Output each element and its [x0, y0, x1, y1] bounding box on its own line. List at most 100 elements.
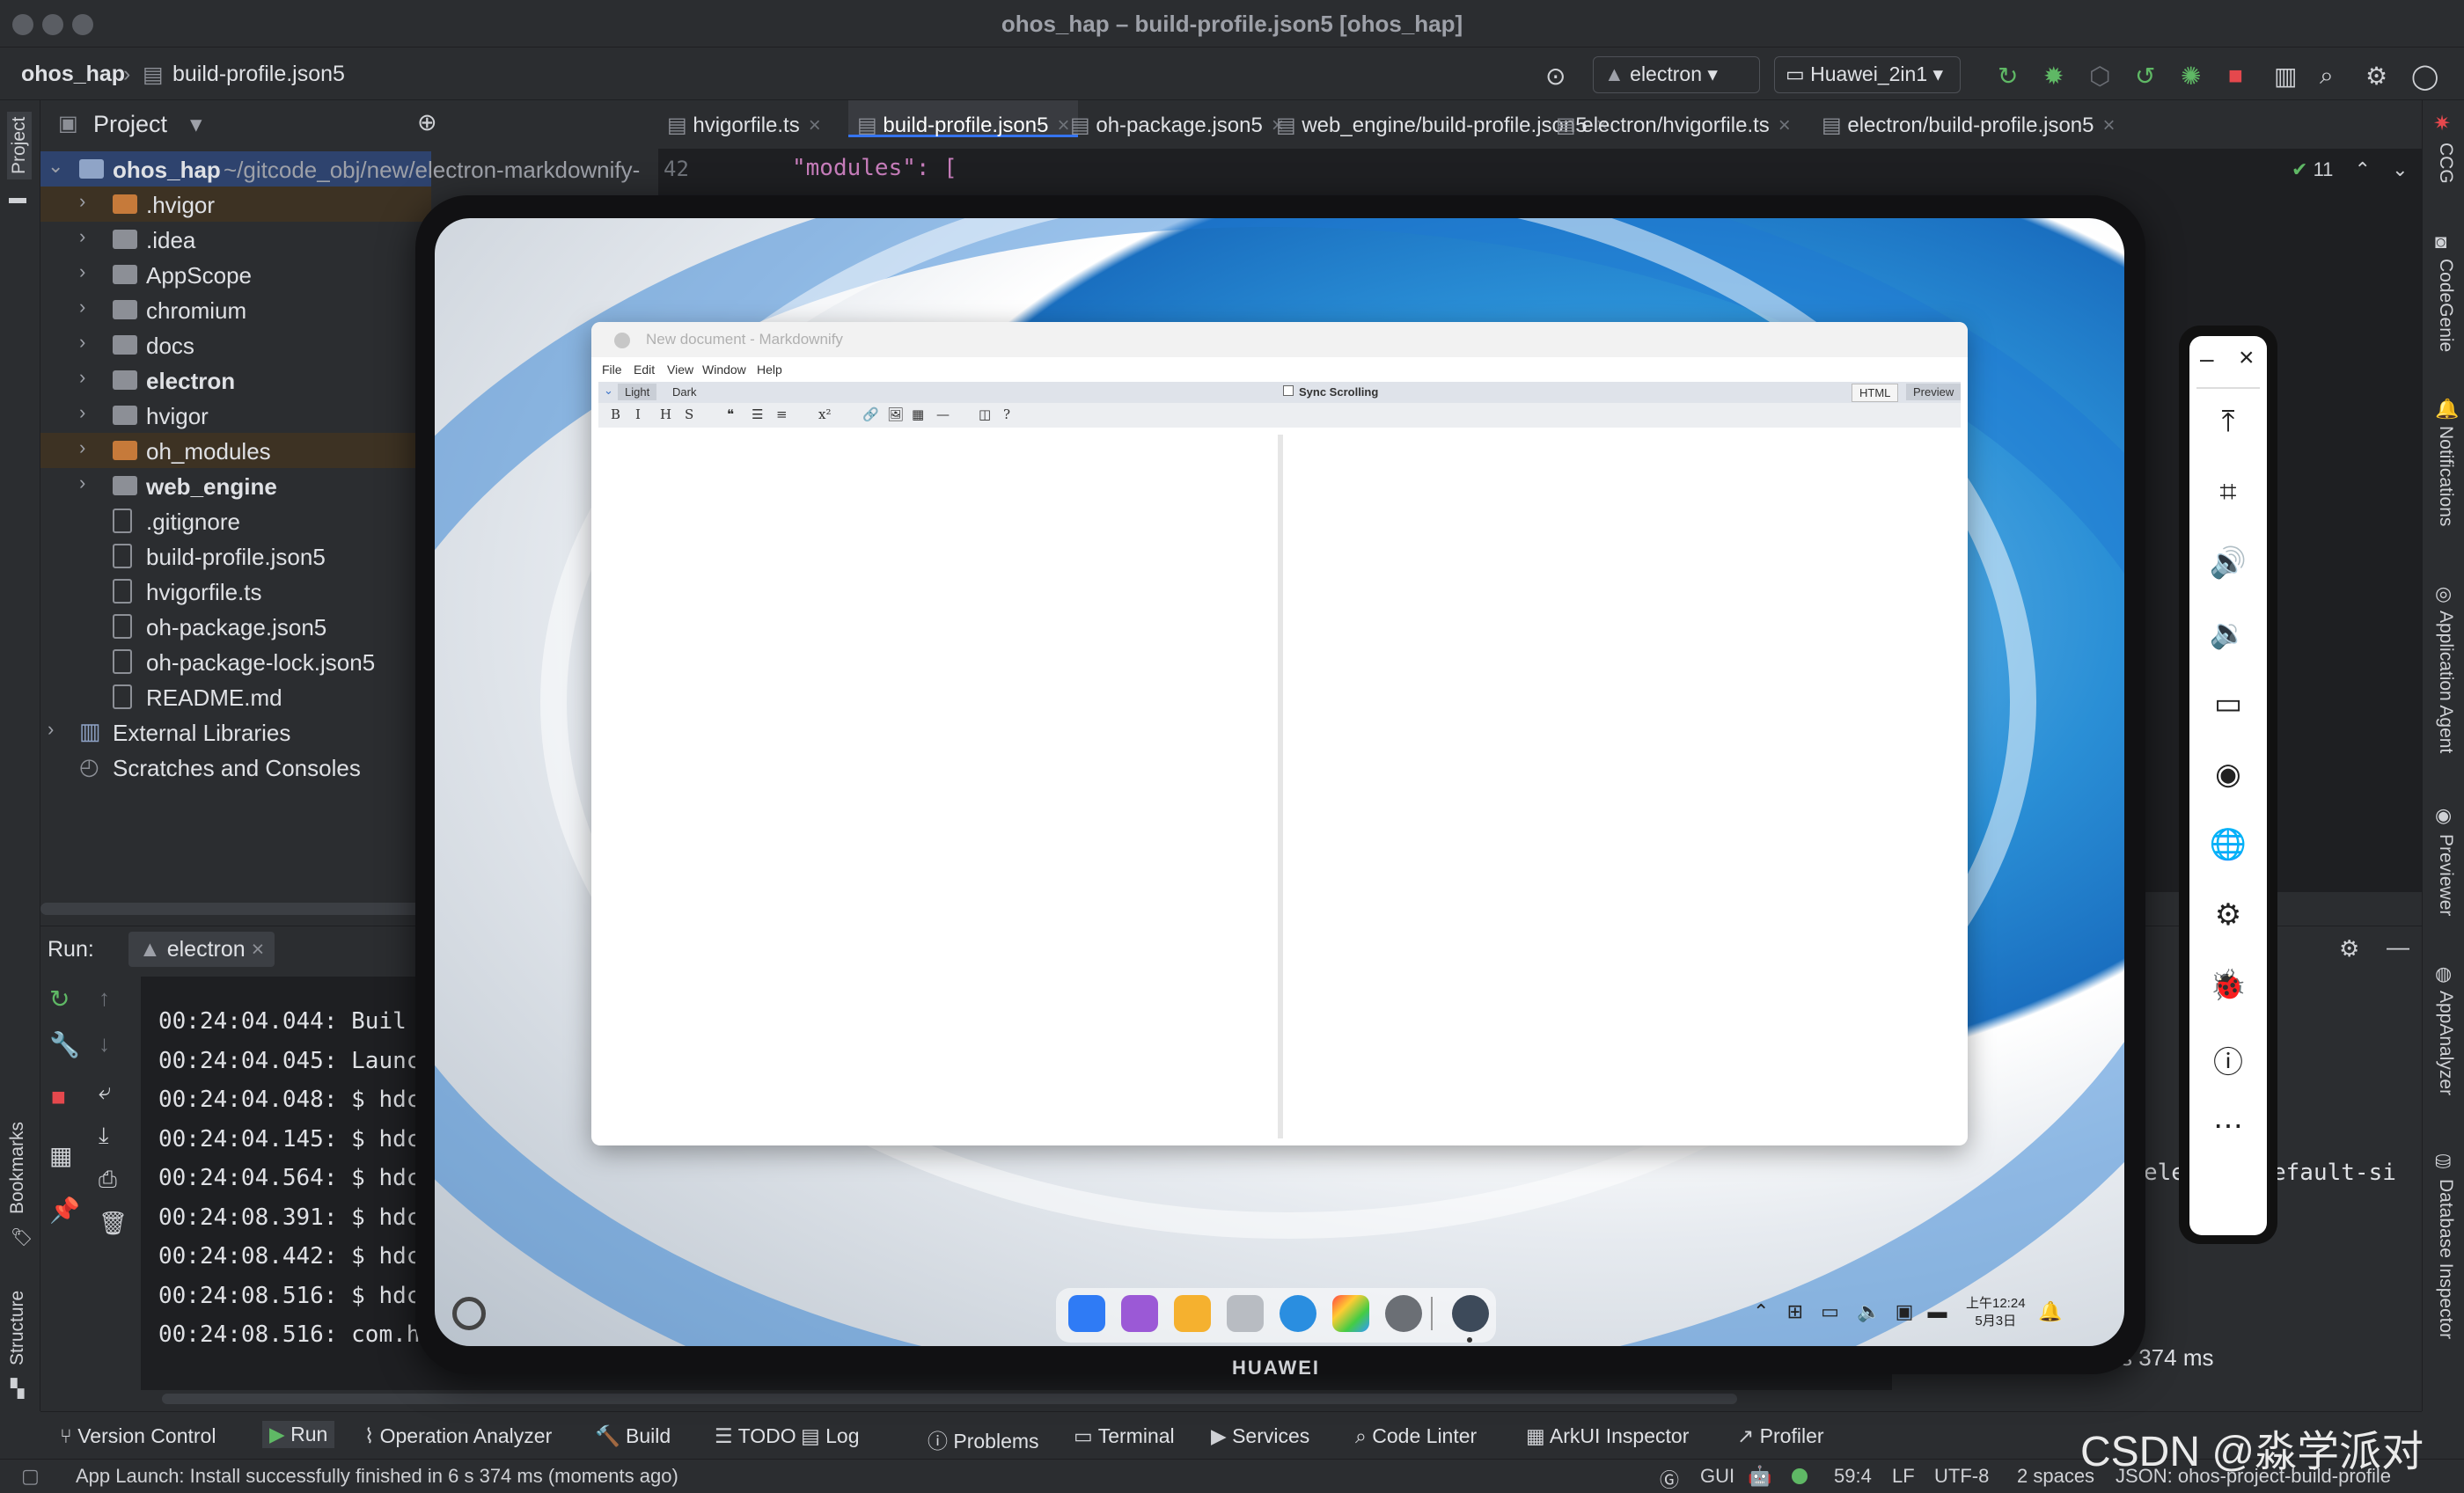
breadcrumb-file[interactable]: build-profile.json5 [172, 62, 345, 87]
electron-app-icon[interactable] [1452, 1295, 1489, 1332]
debug-icon[interactable]: ✹ [2043, 62, 2064, 91]
format-tool[interactable]: ≡ [776, 406, 788, 422]
scroll-down-icon[interactable]: ↓ [99, 1030, 110, 1058]
tree-row[interactable]: › .idea [40, 222, 431, 257]
close-icon[interactable]: × [252, 937, 265, 962]
tree-row[interactable]: › AppScope [40, 257, 431, 292]
multitask-icon[interactable] [1121, 1295, 1158, 1332]
tree-row[interactable]: .gitignore [40, 503, 431, 538]
gui-label[interactable]: GUI [1700, 1465, 1734, 1488]
volume-down-icon[interactable]: 🔉 [2189, 616, 2267, 651]
scroll-to-end-icon[interactable]: ⤓ [99, 1122, 109, 1150]
stop-icon[interactable]: ■ [2228, 62, 2243, 90]
project-tool-tab[interactable]: Project [7, 111, 32, 179]
home-button[interactable] [452, 1297, 486, 1330]
display-icon[interactable]: ▣ [1896, 1300, 1914, 1322]
volume-up-icon[interactable]: 🔊 [2189, 545, 2267, 581]
chevron-up-icon[interactable]: ⌃ [1753, 1300, 1769, 1322]
tree-row-external-libraries[interactable]: › ▥ External Libraries [40, 714, 431, 750]
tree-row[interactable]: › hvigor [40, 398, 431, 433]
signal-icon[interactable]: ◉ [2189, 757, 2267, 792]
inspection-status[interactable]: ✔ 11 ⌃ ⌄ [2292, 158, 2409, 181]
editor-tab[interactable]: ▤ build-profile.json5 × [848, 100, 1079, 137]
screen-icon[interactable]: ▭ [1821, 1300, 1839, 1322]
tree-row[interactable]: › docs [40, 327, 431, 362]
tree-row[interactable]: hvigorfile.ts [40, 574, 431, 609]
close-icon[interactable]: × [1057, 113, 1069, 137]
volume-icon[interactable]: 🔈 [1857, 1300, 1881, 1322]
tree-row[interactable]: oh-package-lock.json5 [40, 644, 431, 679]
format-tool[interactable]: B [611, 406, 620, 422]
profile-icon[interactable]: ✺ [2181, 62, 2201, 91]
format-tool[interactable]: x² [818, 406, 831, 422]
ccg-tool-tab[interactable]: CCG [2435, 143, 2456, 184]
menu-edit[interactable]: Edit [634, 362, 655, 377]
editor-tab[interactable]: ▤ hvigorfile.ts × [667, 113, 821, 138]
format-tool[interactable]: ? [1003, 406, 1010, 422]
html-button[interactable]: HTML [1852, 384, 1899, 402]
info-icon[interactable]: ⓘ [2189, 1038, 2267, 1081]
bottom-tab[interactable]: ⌕ Code Linter [1355, 1424, 1477, 1448]
run-tab-electron[interactable]: ▲ electron × [128, 932, 275, 967]
device-manager-icon[interactable]: ▥ [2274, 62, 2297, 91]
tree-row[interactable]: › chromium [40, 292, 431, 327]
bottom-tab[interactable]: ⓘ Problems [928, 1424, 1039, 1454]
bottom-tab[interactable]: ⑂ Version Control [60, 1424, 216, 1448]
horizontal-scrollbar[interactable] [40, 903, 431, 915]
bottom-tab[interactable]: ☰ TODO [715, 1424, 796, 1448]
application-agent-tool-tab[interactable]: Application Agent [2435, 611, 2456, 753]
run-config-select[interactable]: ▲ electron ▾ [1593, 56, 1760, 93]
chevron-down-icon[interactable]: ⌄ [2392, 158, 2408, 180]
gallery-icon[interactable] [1332, 1295, 1369, 1332]
status-message[interactable]: App Launch: Install successfully finishe… [76, 1465, 678, 1488]
wrench-icon[interactable]: 🔧 [49, 1030, 80, 1059]
notification-bell-icon[interactable]: 🔔 [2038, 1300, 2062, 1323]
breadcrumb-project[interactable]: ohos_hap [21, 62, 125, 87]
system-clock[interactable]: 上午12:24 5月3日 [1966, 1295, 2026, 1330]
cursor-position[interactable]: 59:4 [1834, 1465, 1872, 1488]
menu-view[interactable]: View [667, 362, 693, 377]
bottom-tab[interactable]: ▶ Run [262, 1421, 335, 1448]
chevron-up-icon[interactable]: ⌃ [2355, 158, 2371, 180]
rerun-icon[interactable]: ↻ [49, 984, 70, 1014]
tree-row-root[interactable]: ⌄ ohos_hap ~/gitcode_obj/new/electron-ma… [40, 151, 640, 187]
chevron-down-icon[interactable]: ▾ [190, 111, 202, 138]
locate-icon[interactable]: ⊕ [417, 109, 437, 136]
format-tool[interactable]: I [635, 406, 641, 422]
settings-icon[interactable] [1385, 1295, 1422, 1332]
layout-toggle-icon[interactable]: ▢ [21, 1465, 40, 1488]
stop-icon[interactable]: ■ [51, 1083, 66, 1111]
rerun-icon[interactable]: ↻ [1998, 62, 2018, 91]
battery-icon[interactable]: ▬ [1928, 1300, 1947, 1322]
gear-icon[interactable]: ⚙ [2189, 897, 2267, 933]
format-tool[interactable]: H [660, 406, 671, 422]
preview-button[interactable]: Preview [1906, 384, 1962, 400]
format-tool[interactable]: 🔗 [862, 406, 879, 422]
globe-icon[interactable]: 🌐 [2189, 827, 2267, 862]
tree-row[interactable]: › web_engine [40, 468, 431, 503]
format-tool[interactable]: ◫ [979, 406, 991, 422]
bottom-tab[interactable]: ▦ ArkUI Inspector [1526, 1424, 1689, 1448]
scroll-up-icon[interactable]: ↑ [99, 984, 110, 1012]
code-line[interactable]: "modules": [ [792, 155, 957, 181]
close-window-button[interactable] [614, 333, 630, 348]
theme-dark-button[interactable]: Dark [665, 384, 703, 400]
structure-tool-tab[interactable]: Structure [7, 1291, 28, 1365]
layout-icon[interactable]: ▦ [49, 1141, 72, 1170]
editor-tab[interactable]: ▤ electron/build-profile.json5 × [1822, 113, 2116, 138]
browser-icon[interactable] [1280, 1295, 1316, 1332]
sync-scrolling-checkbox[interactable] [1283, 385, 1294, 396]
previewer-tool-tab[interactable]: Previewer [2435, 834, 2456, 916]
editor-tab[interactable]: ▤ electron/hvigorfile.ts × [1556, 113, 1791, 138]
target-icon[interactable]: ⊙ [1545, 62, 1566, 91]
close-icon[interactable]: × [1778, 113, 1791, 137]
pin-to-top-icon[interactable]: ⤒ [2189, 405, 2267, 439]
bottom-tab[interactable]: ▤ Log [801, 1424, 860, 1448]
app-grid-icon[interactable] [1068, 1295, 1105, 1332]
bookmarks-tool-tab[interactable]: Bookmarks [7, 1122, 28, 1214]
bottom-tab[interactable]: ⌇ Operation Analyzer [364, 1424, 552, 1448]
close-icon[interactable]: × [809, 113, 821, 137]
bottom-tab[interactable]: ▭ Terminal [1074, 1424, 1175, 1448]
trash-icon[interactable]: 🗑 [99, 1210, 128, 1237]
format-tool[interactable]: — [936, 406, 950, 422]
